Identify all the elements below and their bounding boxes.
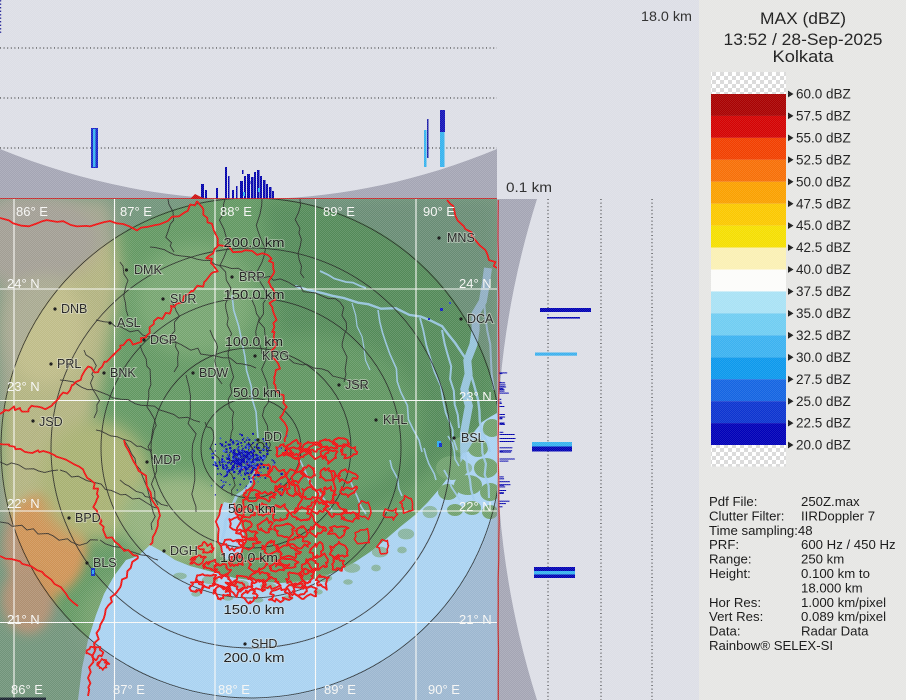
svg-text:0.1 km: 0.1 km <box>506 180 552 195</box>
svg-text:18.0 km: 18.0 km <box>641 9 692 24</box>
